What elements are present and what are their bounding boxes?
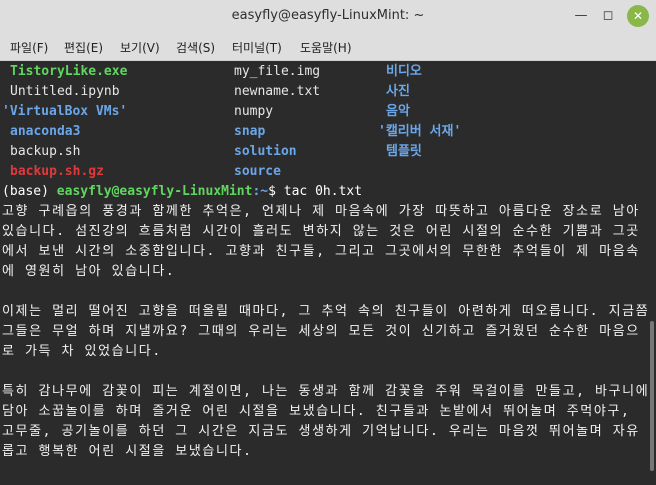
ls-entry: backup.sh.gz bbox=[10, 164, 104, 179]
ls-entry: 비디오 bbox=[386, 64, 422, 79]
menu-search[interactable]: 검색(S) bbox=[176, 39, 215, 56]
prompt-env: (base) bbox=[2, 184, 57, 199]
minimize-icon[interactable]: — bbox=[570, 5, 592, 27]
prompt-user: easyfly@easyfly-LinuxMint bbox=[56, 184, 253, 199]
output-paragraph: 특히 감나무에 감꽃이 피는 계절이면, 나는 동생과 함께 감꽃을 주워 목걸… bbox=[2, 384, 650, 459]
menu-edit[interactable]: 편집(E) bbox=[64, 39, 103, 56]
ls-entry: 사진 bbox=[386, 84, 410, 99]
menu-help[interactable]: 도움말(H) bbox=[300, 39, 352, 56]
ls-entry: numpy bbox=[234, 104, 274, 119]
prompt-line: (base) easyfly@easyfly-LinuxMint:~$ tac … bbox=[2, 182, 362, 202]
ls-entry: snap bbox=[234, 124, 266, 139]
terminal-output[interactable]: TistoryLike.exe Untitled.ipynb 'VirtualB… bbox=[0, 61, 656, 485]
ls-entry: solution bbox=[234, 144, 297, 159]
ls-entry: 템플릿 bbox=[386, 144, 422, 159]
output-paragraph: 고향 구례읍의 풍경과 함께한 추억은, 언제나 제 마음속에 가장 따뜻하고 … bbox=[2, 204, 640, 279]
terminal-window: easyfly@easyfly-LinuxMint: ~ — ◻ ✕ 파일(F)… bbox=[0, 0, 656, 485]
scrollbar[interactable] bbox=[648, 61, 656, 485]
ls-entry: TistoryLike.exe bbox=[10, 64, 128, 79]
ls-entry: my_file.img bbox=[234, 64, 321, 79]
ls-entry: 음악 bbox=[386, 104, 410, 119]
ls-entry: source bbox=[234, 164, 281, 179]
ls-entry: Untitled.ipynb bbox=[10, 84, 120, 99]
prompt-command: tac 0h.txt bbox=[283, 184, 363, 199]
ls-entry: 'VirtualBox VMs' bbox=[2, 104, 128, 119]
ls-entry: anaconda3 bbox=[10, 124, 81, 139]
menu-file[interactable]: 파일(F) bbox=[10, 39, 48, 56]
close-icon[interactable]: ✕ bbox=[627, 5, 649, 27]
ls-entry: backup.sh bbox=[10, 144, 81, 159]
menu-bar: 파일(F) 편집(E) 보기(V) 검색(S) 터미널(T) 도움말(H) bbox=[0, 32, 656, 61]
window-title: easyfly@easyfly-LinuxMint: ~ bbox=[231, 8, 425, 23]
scrollbar-thumb[interactable] bbox=[650, 321, 654, 471]
prompt-path: :~ bbox=[252, 184, 269, 199]
ls-entry: '캘리버 서재' bbox=[378, 124, 462, 139]
prompt-symbol: $ bbox=[268, 184, 284, 199]
menu-terminal[interactable]: 터미널(T) bbox=[232, 39, 282, 56]
maximize-icon[interactable]: ◻ bbox=[597, 5, 619, 27]
title-bar[interactable]: easyfly@easyfly-LinuxMint: ~ — ◻ ✕ bbox=[0, 0, 656, 32]
ls-entry: newname.txt bbox=[234, 84, 321, 99]
output-paragraph: 이제는 멀리 떨어진 고향을 떠올릴 때마다, 그 추억 속의 친구들이 아련하… bbox=[2, 304, 650, 359]
menu-view[interactable]: 보기(V) bbox=[120, 39, 160, 56]
